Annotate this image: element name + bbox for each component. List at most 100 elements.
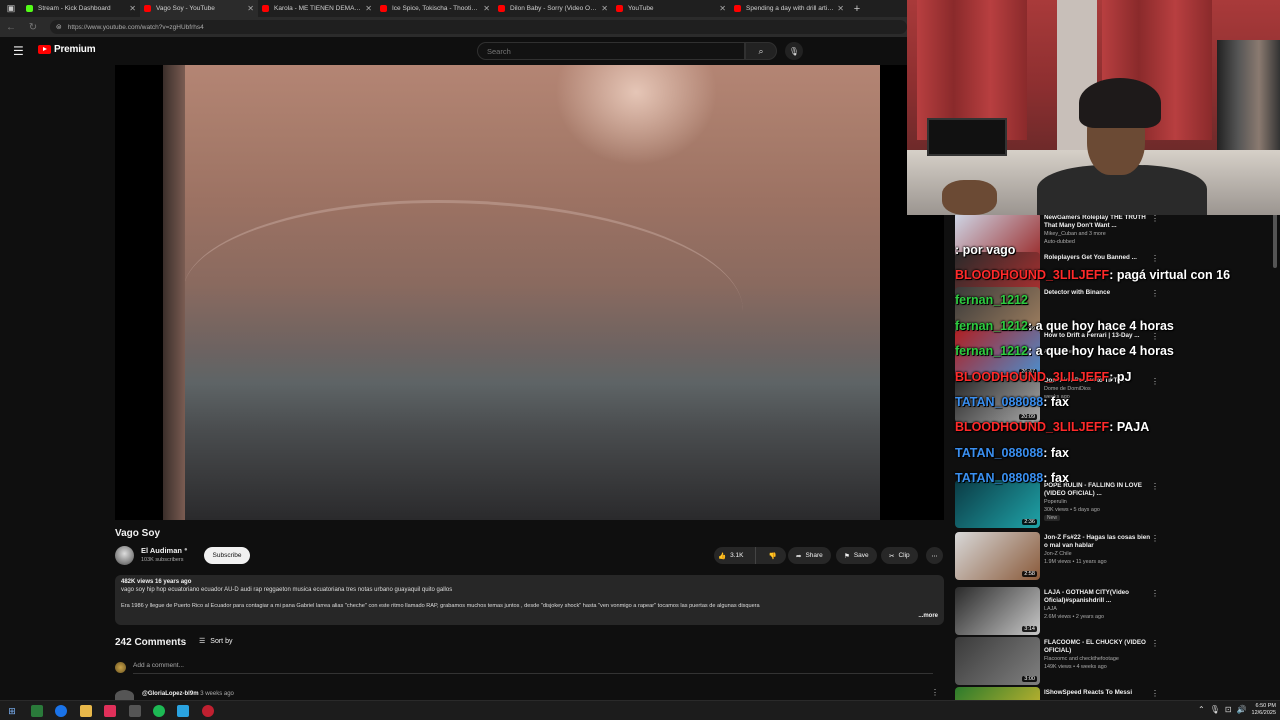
video-menu-icon[interactable]: ⋮: [1151, 482, 1159, 491]
thumbs-down-icon: 👎: [768, 552, 777, 560]
video-menu-icon[interactable]: ⋮: [1151, 377, 1159, 386]
taskbar-clock[interactable]: 6:50 PM 12/6/2025: [1246, 703, 1276, 717]
spotify-icon[interactable]: [153, 705, 165, 717]
taskbar-app-icon[interactable]: [129, 705, 141, 717]
subscribe-button[interactable]: Subscribe: [204, 547, 250, 564]
recommended-video[interactable]: 3:00 FLACOOMC - EL CHUCKY (VIDEO OFICIAL)…: [955, 637, 1280, 687]
reload-icon[interactable]: ↻: [22, 22, 44, 33]
comment-author[interactable]: @GloriaLopez-bl9m 3 weeks ago: [142, 691, 234, 697]
clip-button[interactable]: ✂ Clip: [881, 547, 918, 564]
file-explorer-icon[interactable]: [80, 705, 92, 717]
video-thumbnail[interactable]: 2:36: [955, 480, 1040, 528]
video-thumbnail[interactable]: 2:58: [955, 532, 1040, 580]
tab-close-icon[interactable]: ✕: [247, 4, 254, 13]
start-menu-icon[interactable]: ⊞: [6, 705, 18, 717]
tab-close-icon[interactable]: ✕: [483, 4, 490, 13]
recommended-video[interactable]: 2:36 POPE RULIN - FALLING IN LOVE (VIDEO …: [955, 480, 1280, 530]
video-player[interactable]: [115, 65, 944, 520]
recommended-video-title[interactable]: Jon-Z Fs#22 - Hagas las cosas bien o mal…: [1044, 534, 1154, 550]
video-thumbnail[interactable]: 3:00: [955, 637, 1040, 685]
video-menu-icon[interactable]: ⋮: [1151, 332, 1159, 341]
youtube-premium-logo[interactable]: Premium: [38, 44, 96, 55]
recommended-video-title[interactable]: NewGamers Roleplay THE TRUTH That Many D…: [1044, 214, 1154, 230]
share-arrow-icon: ➦: [796, 552, 802, 560]
comment-menu-icon[interactable]: ⋮: [931, 688, 939, 697]
video-menu-icon[interactable]: ⋮: [1151, 214, 1159, 223]
tab-close-icon[interactable]: ✕: [365, 4, 372, 13]
network-icon[interactable]: ⊡: [1225, 705, 1232, 714]
chevron-up-icon[interactable]: ⌃: [1198, 705, 1205, 714]
video-menu-icon[interactable]: ⋮: [1151, 689, 1159, 698]
recommended-video[interactable]: 2:58 Jon-Z Fs#22 - Hagas las cosas bien o…: [955, 532, 1280, 582]
browser-tab-active[interactable]: Vago Soy - YouTube ✕: [140, 0, 258, 17]
chat-username: BLOODHOUND_3LILJEFF: [955, 268, 1110, 282]
recommended-channel-name[interactable]: LAJA: [1044, 606, 1154, 612]
browser-tab[interactable]: Dilon Baby - Sorry (Video Oficial) ✕: [494, 0, 612, 17]
search-button[interactable]: ⌕: [745, 42, 777, 60]
obs-icon[interactable]: [202, 705, 214, 717]
like-button[interactable]: 👍 3.1K: [714, 547, 756, 564]
video-menu-icon[interactable]: ⋮: [1151, 254, 1159, 263]
share-button[interactable]: ➦ Share: [788, 547, 831, 564]
sidebar-scrollbar[interactable]: [1273, 213, 1277, 268]
tab-close-icon[interactable]: ✕: [129, 4, 136, 13]
recommended-channel-name[interactable]: Dome de DomiDios: [1044, 386, 1154, 392]
streamer-durag: [1079, 78, 1161, 128]
tab-title: YouTube: [628, 5, 654, 12]
taskbar-app-icon[interactable]: [104, 705, 116, 717]
recommended-channel-name[interactable]: Flacoomc and checkthefootage: [1044, 656, 1154, 662]
browser-tab[interactable]: YouTube ✕: [612, 0, 730, 17]
site-info-icon[interactable]: ⊜: [56, 23, 62, 31]
dislike-button[interactable]: 👎: [760, 552, 786, 560]
back-arrow-icon[interactable]: ←: [0, 22, 22, 33]
browser-tab[interactable]: Spending a day with drill artists in ✕: [730, 0, 848, 17]
new-tab-icon[interactable]: +: [848, 3, 866, 15]
recommended-video-title[interactable]: Roleplayers Get You Banned ...: [1044, 254, 1154, 262]
sort-icon: ☰: [199, 638, 206, 645]
chat-message: BLOODHOUND_3LILJEFF: PAJA: [955, 420, 1149, 434]
url-field[interactable]: ⊜ https://www.youtube.com/watch?v=zgHUbf…: [49, 20, 907, 34]
video-menu-icon[interactable]: ⋮: [1151, 534, 1159, 543]
browser-tab[interactable]: Ice Spice, Tokischa - Thootie - Yo ✕: [376, 0, 494, 17]
recommended-video-title[interactable]: How to Drift a Ferrari | 13-Day ...: [1044, 332, 1154, 340]
comment-author-handle[interactable]: @GloriaLopez-bl9m: [142, 691, 199, 697]
recommended-channel-name[interactable]: Poperulin: [1044, 499, 1154, 505]
chat-username: TATAN_088088: [955, 446, 1044, 460]
tab-close-icon[interactable]: ✕: [601, 4, 608, 13]
video-description[interactable]: 482K views 16 years ago vago soy hip hop…: [115, 575, 944, 625]
video-menu-icon[interactable]: ⋮: [1151, 289, 1159, 298]
recommended-video-title[interactable]: LAJA - GOTHAM CITY(Video Oficial)#spanis…: [1044, 589, 1154, 605]
channel-name[interactable]: El Audiman: [141, 546, 182, 555]
window-menu-icon[interactable]: ▣: [0, 0, 22, 17]
recommended-video-title[interactable]: FLACOOMC - EL CHUCKY (VIDEO OFICIAL): [1044, 639, 1154, 655]
browser-tab[interactable]: Karola - ME TIENEN DEMA (Video ✕: [258, 0, 376, 17]
channel-avatar[interactable]: [115, 546, 134, 565]
add-comment-input[interactable]: Add a comment...: [133, 662, 933, 674]
tab-close-icon[interactable]: ✕: [719, 4, 726, 13]
sort-comments-button[interactable]: ☰ Sort by: [199, 637, 233, 646]
recommended-video[interactable]: 3:14 LAJA - GOTHAM CITY(Video Oficial)#sp…: [955, 587, 1280, 637]
recommended-channel-name[interactable]: Mikey_Cuban and 3 more: [1044, 231, 1154, 237]
video-duration: 2:36: [1022, 519, 1037, 525]
recommended-video-title[interactable]: Detector with Binance: [1044, 289, 1154, 297]
chrome-browser-icon[interactable]: [55, 705, 67, 717]
save-button[interactable]: ⚑ Save: [836, 547, 877, 564]
youtube-logo-icon: [38, 45, 51, 54]
microphone-icon[interactable]: 🎙: [1210, 705, 1220, 714]
more-actions-button[interactable]: ⋯: [926, 547, 943, 564]
hamburger-menu-icon[interactable]: ☰: [13, 44, 27, 58]
video-menu-icon[interactable]: ⋮: [1151, 589, 1159, 598]
search-input[interactable]: [477, 42, 745, 60]
recommended-channel-name[interactable]: Jon-Z Chile: [1044, 551, 1154, 557]
browser-tab[interactable]: Stream - Kick Dashboard ✕: [22, 0, 140, 17]
chat-message: : por vago: [955, 243, 1015, 257]
show-more-link[interactable]: ...more: [918, 613, 938, 619]
telegram-icon[interactable]: [177, 705, 189, 717]
video-menu-icon[interactable]: ⋮: [1151, 639, 1159, 648]
voice-search-button[interactable]: 🎙: [785, 42, 803, 60]
recommended-video-title[interactable]: IShowSpeed Reacts To Messi: [1044, 689, 1154, 697]
tab-close-icon[interactable]: ✕: [837, 4, 844, 13]
sort-label: Sort by: [210, 637, 233, 645]
taskbar-app-icon[interactable]: [31, 705, 43, 717]
video-thumbnail[interactable]: 3:14: [955, 587, 1040, 635]
